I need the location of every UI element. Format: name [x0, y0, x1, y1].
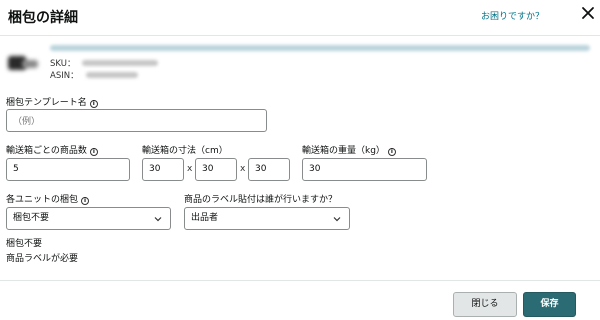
template-name-input[interactable] [6, 109, 267, 132]
labeling-select[interactable]: 出品者 [184, 207, 350, 230]
product-name-redacted [50, 45, 590, 51]
info-icon[interactable]: i [89, 148, 98, 156]
box-weight-input[interactable]: 30 [302, 158, 427, 181]
template-name-label: 梱包テンプレート名 i [6, 95, 98, 108]
labeling-label: 商品のラベル貼付は誰が行いますか？ [184, 195, 338, 205]
units-per-box-input[interactable]: 5 [6, 158, 130, 181]
box-width-input[interactable]: 30 [195, 158, 237, 181]
asin-value-redacted [86, 72, 138, 78]
product-summary: SKU： ASIN： [6, 40, 590, 85]
dimension-separator: x [187, 164, 193, 174]
close-button[interactable]: 閉じる [453, 292, 517, 317]
asin-row: ASIN： [50, 69, 138, 81]
info-icon[interactable]: i [89, 100, 98, 108]
summary-label-required: 商品ラベルが必要 [6, 254, 79, 264]
sku-value-redacted [82, 60, 158, 66]
unit-prep-label: 各ユニットの梱包 i [6, 192, 90, 205]
info-icon[interactable]: i [387, 148, 396, 156]
box-weight-label: 輸送箱の重量（kg） i [302, 143, 396, 156]
summary-prep: 梱包不要 [6, 239, 43, 249]
save-button[interactable]: 保存 [523, 292, 576, 317]
chevron-down-icon [154, 217, 162, 222]
labeling-selected: 出品者 [191, 213, 219, 223]
units-per-box-label: 輸送箱ごとの商品数 i [6, 143, 98, 156]
sku-row: SKU： [50, 57, 158, 69]
dialog-title: 梱包の詳細 [8, 10, 78, 26]
dialog-footer: 閉じる 保存 [0, 280, 600, 320]
product-thumbnail [6, 54, 44, 72]
chevron-down-icon [333, 217, 341, 222]
box-length-input[interactable]: 30 [142, 158, 184, 181]
close-icon[interactable] [581, 6, 595, 20]
unit-prep-select[interactable]: 梱包不要 [6, 207, 171, 230]
help-link[interactable]: お困りですか？ [481, 9, 544, 22]
info-icon[interactable]: i [81, 197, 90, 205]
asin-label: ASIN： [50, 71, 79, 81]
sku-label: SKU： [50, 59, 76, 69]
box-height-input[interactable]: 30 [248, 158, 290, 181]
dialog-header: 梱包の詳細 お困りですか？ [0, 0, 600, 36]
unit-prep-selected: 梱包不要 [13, 213, 50, 223]
dimension-separator: x [240, 164, 246, 174]
box-dimensions-label: 輸送箱の寸法（cm） [142, 146, 228, 156]
